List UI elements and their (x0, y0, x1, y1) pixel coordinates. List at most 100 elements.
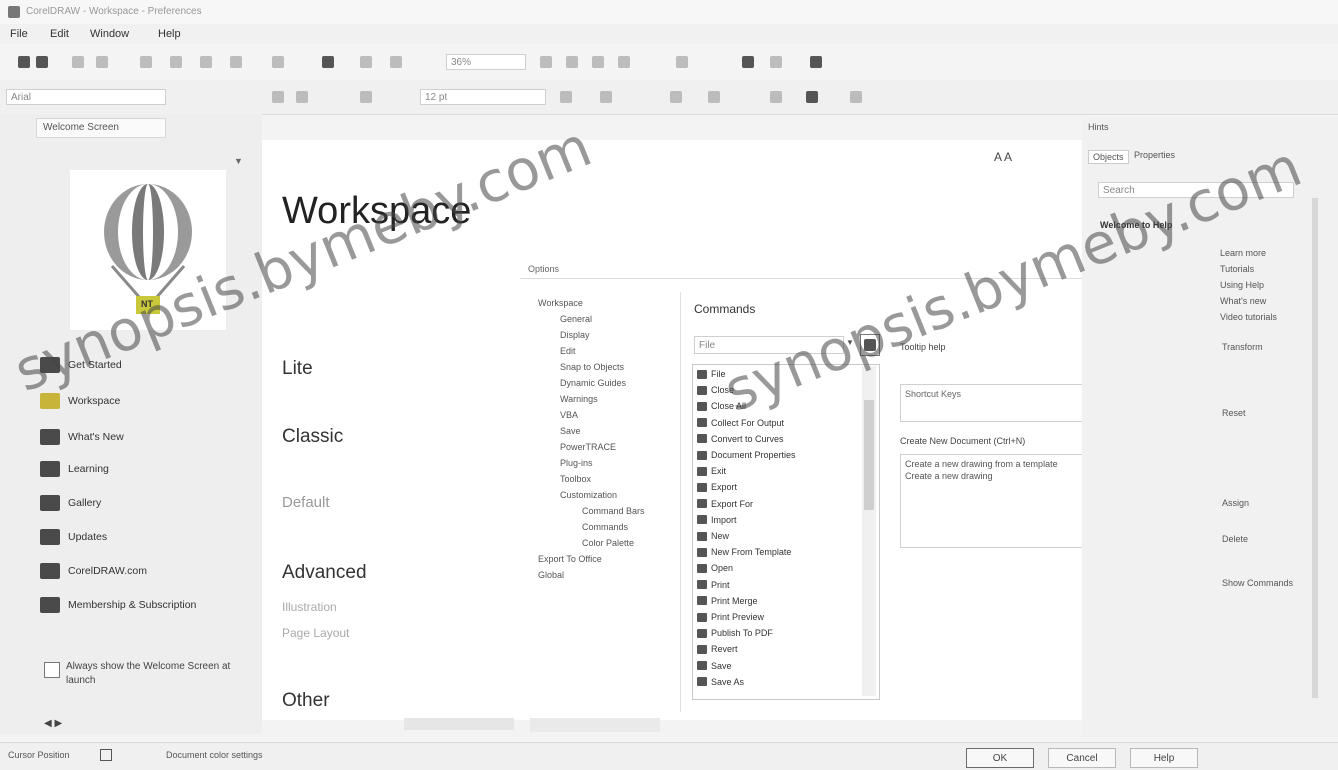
paragraph-icon[interactable] (708, 91, 720, 103)
tree-item[interactable]: Color Palette (582, 538, 634, 548)
welcome-item-gallery[interactable]: Gallery (40, 494, 101, 512)
command-row[interactable]: Open (697, 563, 733, 573)
char-icon[interactable] (806, 91, 818, 103)
new-icon[interactable] (18, 56, 30, 68)
help-link[interactable]: Learn more (1220, 248, 1266, 258)
help-link[interactable]: What's new (1220, 296, 1266, 306)
tree-item[interactable]: Workspace (538, 298, 583, 308)
zoom-combo[interactable]: 36% (446, 54, 526, 70)
tree-item[interactable]: Warnings (560, 394, 598, 404)
italic-icon[interactable] (560, 91, 572, 103)
ok-button[interactable]: OK (966, 748, 1034, 768)
commands-list[interactable]: File Close Close All Collect For Output Conv… (692, 364, 880, 700)
print-icon[interactable] (96, 56, 108, 68)
command-row[interactable]: Export (697, 482, 737, 492)
save-icon[interactable] (72, 56, 84, 68)
welcome-item-membership[interactable]: Membership & Subscription (40, 596, 196, 614)
text-size-icon[interactable]: A A (994, 150, 1012, 164)
section-advanced[interactable]: Advanced (282, 562, 367, 584)
command-row[interactable]: Close (697, 385, 734, 395)
welcome-item-get-started[interactable]: Get Started (40, 356, 122, 374)
help-link[interactable]: Video tutorials (1220, 312, 1277, 322)
options-icon[interactable] (742, 56, 754, 68)
cut-icon[interactable] (140, 56, 152, 68)
columns-icon[interactable] (770, 91, 782, 103)
tree-item[interactable]: Dynamic Guides (560, 378, 626, 388)
help-link[interactable]: Using Help (1220, 280, 1264, 290)
command-row[interactable]: Close All (697, 401, 746, 411)
tree-item[interactable]: Save (560, 426, 581, 436)
command-row[interactable]: Import (697, 515, 737, 525)
tree-item[interactable]: Commands (582, 522, 628, 532)
menu-window[interactable]: Window (90, 28, 129, 40)
menu-edit[interactable]: Edit (50, 28, 69, 40)
welcome-item-web[interactable]: CorelDRAW.com (40, 562, 147, 580)
section-lite[interactable]: Lite (282, 358, 313, 380)
publish-icon[interactable] (390, 56, 402, 68)
edit-text-icon[interactable] (850, 91, 862, 103)
docker-search[interactable]: Search (1098, 182, 1294, 198)
launch-icon[interactable] (770, 56, 782, 68)
command-row[interactable]: Export For (697, 499, 753, 509)
welcome-item-updates[interactable]: Updates (40, 528, 107, 546)
export-icon[interactable] (360, 56, 372, 68)
search-commands-button[interactable] (860, 334, 880, 356)
fullscreen-icon[interactable] (540, 56, 552, 68)
command-row[interactable]: Print Merge (697, 596, 758, 606)
assign-label[interactable]: Assign (1222, 498, 1249, 508)
tree-item[interactable]: Toolbox (560, 474, 591, 484)
section-other[interactable]: Other (282, 690, 330, 712)
command-row[interactable]: Convert to Curves (697, 434, 784, 444)
paste-icon[interactable] (200, 56, 212, 68)
help-link[interactable]: Tutorials (1220, 264, 1254, 274)
align-left-icon[interactable] (272, 91, 284, 103)
delete-label[interactable]: Delete (1222, 534, 1248, 544)
font-combo[interactable]: Arial (6, 89, 166, 105)
size-combo[interactable]: 12 pt (420, 89, 546, 105)
menu-file[interactable]: File (10, 28, 28, 40)
tab-objects[interactable]: Objects (1088, 150, 1129, 164)
copy-icon[interactable] (170, 56, 182, 68)
align-center-icon[interactable] (296, 91, 308, 103)
subsection-page-layout[interactable]: Page Layout (282, 626, 349, 640)
docker-scrollbar[interactable] (1312, 198, 1318, 698)
import-icon[interactable] (322, 56, 334, 68)
text-icon[interactable] (670, 91, 682, 103)
welcome-item-whats-new[interactable]: What's New (40, 428, 124, 446)
reset-label[interactable]: Reset (1222, 408, 1246, 418)
command-row[interactable]: File (697, 369, 726, 379)
snap-icon[interactable] (676, 56, 688, 68)
redo-icon[interactable] (272, 56, 284, 68)
command-row[interactable]: Document Properties (697, 450, 796, 460)
command-category-select[interactable]: File (694, 336, 844, 354)
tree-item[interactable]: Export To Office (538, 554, 602, 564)
tree-item[interactable]: VBA (560, 410, 578, 420)
tab-welcome-screen[interactable]: Welcome Screen (36, 118, 166, 138)
subsection-illustration[interactable]: Illustration (282, 600, 337, 614)
undo-icon[interactable] (230, 56, 242, 68)
section-default[interactable]: Default (282, 494, 330, 511)
command-row[interactable]: New (697, 531, 729, 541)
chevron-down-icon[interactable]: ▼ (234, 156, 243, 166)
cancel-button[interactable]: Cancel (1048, 748, 1116, 768)
welcome-item-workspace[interactable]: Workspace (40, 392, 120, 410)
tree-item[interactable]: PowerTRACE (560, 442, 616, 452)
show-commands-label[interactable]: Show Commands (1222, 578, 1293, 588)
welcome-nav-arrows[interactable]: ◀ ▶ (44, 718, 62, 729)
chevron-down-icon[interactable]: ▼ (846, 338, 854, 347)
command-row[interactable]: Print (697, 580, 730, 590)
command-row[interactable]: Print Preview (697, 612, 764, 622)
tree-item[interactable]: Plug-ins (560, 458, 593, 468)
command-row[interactable]: Revert (697, 644, 738, 654)
guidelines-icon[interactable] (618, 56, 630, 68)
horizontal-scrollbar[interactable] (530, 718, 660, 732)
tree-item[interactable]: Global (538, 570, 564, 580)
tree-item[interactable]: General (560, 314, 592, 324)
help-button[interactable]: Help (1130, 748, 1198, 768)
command-row[interactable]: Save (697, 661, 732, 671)
command-row[interactable]: Collect For Output (697, 418, 784, 428)
command-row[interactable]: New From Template (697, 547, 791, 557)
command-row[interactable]: Save As (697, 677, 744, 687)
tree-item[interactable]: Command Bars (582, 506, 645, 516)
show-at-launch-checkbox[interactable] (44, 662, 60, 678)
